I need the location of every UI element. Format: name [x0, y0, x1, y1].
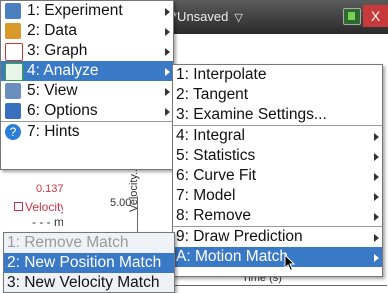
menu-item-label: 4: Integral — [176, 127, 245, 144]
chevron-right-icon — [165, 8, 170, 16]
close-icon[interactable]: X — [363, 5, 388, 27]
experiment-icon — [5, 3, 21, 19]
menu-item-label: 7: Hints — [27, 123, 80, 140]
menu-item-interpolate[interactable]: 1: Interpolate — [173, 65, 382, 85]
main-menu: 1: Experiment 2: Data 3: Graph 4: Analyz… — [0, 0, 174, 170]
menu-item-label: 2: New Position Match — [7, 254, 162, 271]
analyze-icon — [5, 63, 23, 81]
menu-item-label: 1: Experiment — [27, 2, 123, 19]
menu-item-motion-match[interactable]: A: Motion Match — [173, 247, 382, 267]
menu-item-graph[interactable]: 3: Graph — [1, 41, 173, 61]
menu-item-tangent[interactable]: 2: Tangent — [173, 85, 382, 105]
menu-item-view[interactable]: 5: View — [1, 81, 173, 101]
menu-item-data[interactable]: 2: Data — [1, 21, 173, 41]
menu-item-analyze[interactable]: 4: Analyze — [1, 61, 173, 81]
chevron-right-icon — [165, 68, 170, 76]
chevron-right-icon — [165, 88, 170, 96]
menu-item-label: A: Motion Match — [176, 248, 288, 265]
chevron-right-icon — [374, 153, 379, 161]
document-title-text: *Unsaved — [172, 9, 229, 24]
menu-item-label: 1: Remove Match — [7, 234, 129, 251]
menu-item-hints[interactable]: ? 7: Hints — [1, 121, 173, 142]
menu-item-options[interactable]: 6: Options — [1, 101, 173, 121]
menu-item-label: 7: Model — [176, 187, 236, 204]
menu-item-label: 8: Remove — [176, 207, 251, 224]
menu-item-experiment[interactable]: 1: Experiment — [1, 1, 173, 21]
chevron-right-icon — [374, 173, 379, 181]
view-icon — [5, 83, 21, 99]
menu-item-label: 3: New Velocity Match — [7, 274, 160, 291]
menu-item-label: 4: Analyze — [27, 62, 99, 79]
menu-item-integral[interactable]: 4: Integral — [173, 125, 382, 146]
chevron-right-icon — [374, 254, 379, 262]
legend-checkbox[interactable] — [14, 202, 23, 211]
menu-item-label: 3: Examine Settings... — [176, 106, 327, 123]
menu-item-remove[interactable]: 8: Remove — [173, 206, 382, 226]
menu-item-statistics[interactable]: 5: Statistics — [173, 146, 382, 166]
menu-item-label: 2: Data — [27, 22, 77, 39]
chevron-right-icon — [165, 48, 170, 56]
menu-item-label: 2: Tangent — [176, 86, 249, 103]
chevron-right-icon — [165, 108, 170, 116]
menu-item-label: 6: Options — [27, 102, 98, 119]
hints-icon: ? — [5, 124, 21, 140]
menu-item-new-position-match[interactable]: 2: New Position Match — [4, 253, 174, 273]
chevron-right-icon — [374, 234, 379, 242]
document-title[interactable]: *Unsaved ▽ — [172, 9, 243, 24]
chevron-down-icon: ▽ — [234, 12, 243, 24]
menu-item-label: 1: Interpolate — [176, 66, 267, 83]
y-axis-label: Velocity... — [128, 165, 140, 212]
options-icon — [5, 103, 21, 119]
analyze-submenu: 1: Interpolate 2: Tangent 3: Examine Set… — [172, 64, 383, 277]
menu-item-label: 9: Draw Prediction — [176, 228, 303, 245]
motion-match-submenu: 1: Remove Match 2: New Position Match 3:… — [3, 232, 175, 293]
chevron-right-icon — [374, 213, 379, 221]
menu-item-label: 3: Graph — [27, 42, 88, 59]
menu-item-draw-prediction[interactable]: 9: Draw Prediction — [173, 226, 382, 247]
velocity-legend[interactable]: Velocity — [14, 200, 66, 214]
menu-item-label: 5: View — [27, 82, 78, 99]
menu-item-label: 5: Statistics — [176, 147, 256, 164]
legend-label: Velocity — [25, 200, 67, 214]
menu-item-examine-settings[interactable]: 3: Examine Settings... — [173, 105, 382, 125]
battery-icon — [343, 8, 361, 25]
chevron-right-icon — [374, 133, 379, 141]
mouse-pointer-icon — [284, 254, 296, 272]
menu-item-curve-fit[interactable]: 6: Curve Fit — [173, 166, 382, 186]
menu-item-label: 6: Curve Fit — [176, 167, 257, 184]
graph-icon — [5, 43, 23, 61]
chevron-right-icon — [374, 193, 379, 201]
menu-item-new-velocity-match[interactable]: 3: New Velocity Match — [4, 273, 174, 293]
data-table-icon — [5, 23, 21, 39]
menu-item-model[interactable]: 7: Model — [173, 186, 382, 206]
chevron-right-icon — [165, 28, 170, 36]
menu-item-remove-match: 1: Remove Match — [4, 233, 174, 253]
